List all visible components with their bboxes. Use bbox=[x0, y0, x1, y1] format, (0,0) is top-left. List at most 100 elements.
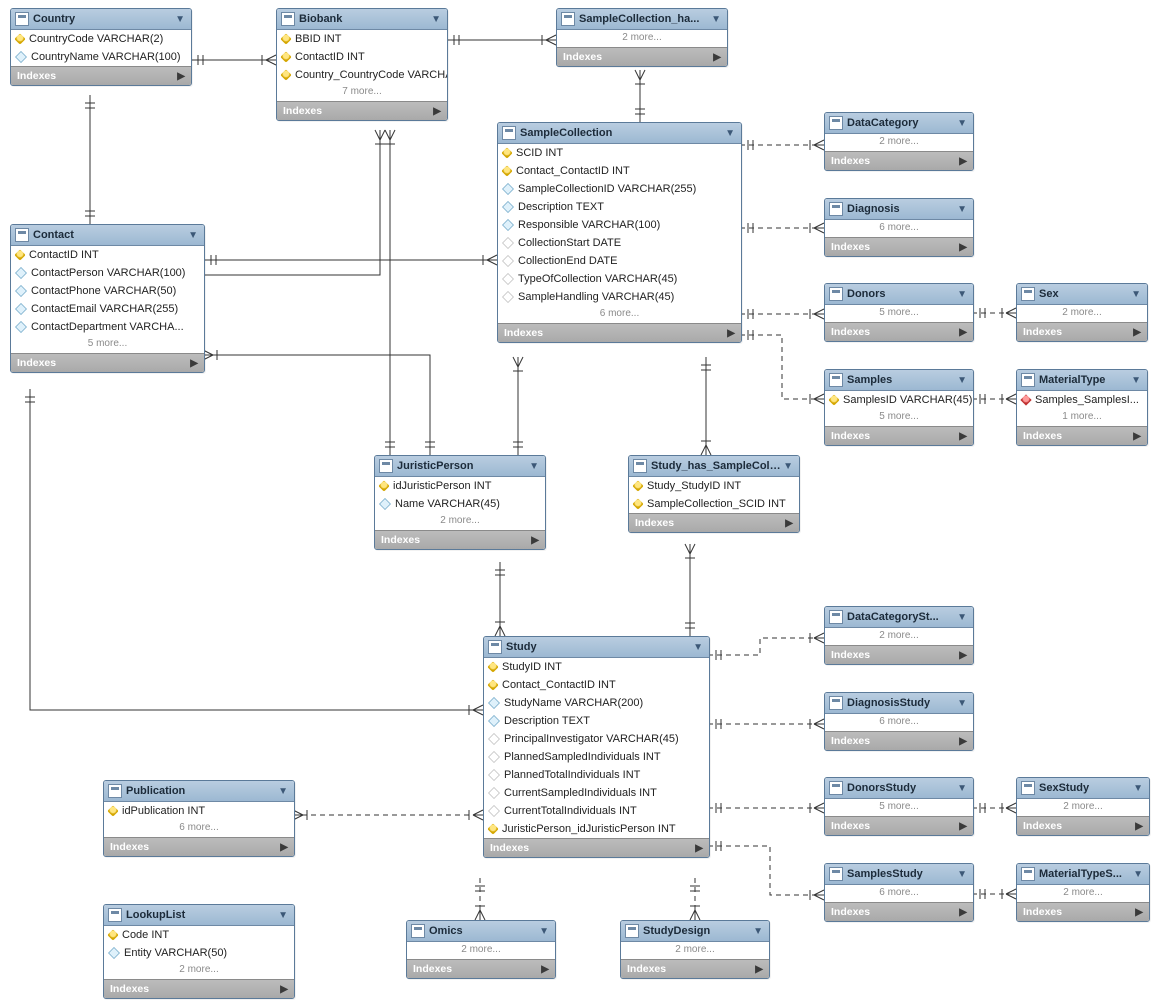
more-link[interactable]: 2 more... bbox=[825, 628, 973, 645]
entity-materialtype[interactable]: MaterialType▼Samples_SamplesI...1 more..… bbox=[1016, 369, 1148, 446]
entity-header[interactable]: Publication▼ bbox=[104, 781, 294, 802]
indexes-bar[interactable]: Indexes▶ bbox=[825, 816, 973, 835]
more-link[interactable]: 6 more... bbox=[104, 820, 294, 837]
indexes-bar[interactable]: Indexes▶ bbox=[375, 530, 545, 549]
indexes-bar[interactable]: Indexes▶ bbox=[629, 513, 799, 532]
entity-study[interactable]: Study▼StudyID INTContact_ContactID INTSt… bbox=[483, 636, 710, 858]
indexes-bar[interactable]: Indexes▶ bbox=[825, 426, 973, 445]
more-link[interactable]: 2 more... bbox=[407, 942, 555, 959]
entity-header[interactable]: StudyDesign▼ bbox=[621, 921, 769, 942]
more-link[interactable]: 6 more... bbox=[825, 885, 973, 902]
chevron-down-icon[interactable]: ▼ bbox=[537, 926, 551, 937]
more-link[interactable]: 5 more... bbox=[11, 336, 204, 353]
chevron-down-icon[interactable]: ▼ bbox=[691, 642, 705, 653]
entity-samples[interactable]: Samples▼SamplesID VARCHAR(45)5 more...In… bbox=[824, 369, 974, 446]
entity-diagnosis[interactable]: Diagnosis▼6 more...Indexes▶ bbox=[824, 198, 974, 257]
chevron-down-icon[interactable]: ▼ bbox=[276, 910, 290, 921]
entity-header[interactable]: JuristicPerson▼ bbox=[375, 456, 545, 477]
chevron-down-icon[interactable]: ▼ bbox=[723, 128, 737, 139]
chevron-down-icon[interactable]: ▼ bbox=[1131, 869, 1145, 880]
indexes-bar[interactable]: Indexes▶ bbox=[825, 731, 973, 750]
entity-header[interactable]: Donors▼ bbox=[825, 284, 973, 305]
more-link[interactable]: 6 more... bbox=[825, 714, 973, 731]
entity-contact[interactable]: Contact▼ContactID INTContactPerson VARCH… bbox=[10, 224, 205, 373]
entity-header[interactable]: Country▼ bbox=[11, 9, 191, 30]
more-link[interactable]: 5 more... bbox=[825, 799, 973, 816]
indexes-bar[interactable]: Indexes▶ bbox=[1017, 902, 1149, 921]
indexes-bar[interactable]: Indexes▶ bbox=[621, 959, 769, 978]
entity-header[interactable]: Sex▼ bbox=[1017, 284, 1147, 305]
entity-header[interactable]: Study▼ bbox=[484, 637, 709, 658]
entity-studydesign[interactable]: StudyDesign▼2 more...Indexes▶ bbox=[620, 920, 770, 979]
chevron-down-icon[interactable]: ▼ bbox=[1129, 289, 1143, 300]
indexes-bar[interactable]: Indexes▶ bbox=[104, 979, 294, 998]
more-link[interactable]: 6 more... bbox=[825, 220, 973, 237]
indexes-bar[interactable]: Indexes▶ bbox=[11, 66, 191, 85]
more-link[interactable]: 2 more... bbox=[557, 30, 727, 47]
entity-header[interactable]: Diagnosis▼ bbox=[825, 199, 973, 220]
entity-header[interactable]: SexStudy▼ bbox=[1017, 778, 1149, 799]
chevron-down-icon[interactable]: ▼ bbox=[173, 14, 187, 25]
indexes-bar[interactable]: Indexes▶ bbox=[498, 323, 741, 342]
entity-datacategory[interactable]: DataCategory▼2 more...Indexes▶ bbox=[824, 112, 974, 171]
entity-datacategoryst[interactable]: DataCategorySt...▼2 more...Indexes▶ bbox=[824, 606, 974, 665]
entity-header[interactable]: SampleCollection▼ bbox=[498, 123, 741, 144]
more-link[interactable]: 2 more... bbox=[375, 513, 545, 530]
indexes-bar[interactable]: Indexes▶ bbox=[1017, 816, 1149, 835]
indexes-bar[interactable]: Indexes▶ bbox=[277, 101, 447, 120]
more-link[interactable]: 2 more... bbox=[1017, 885, 1149, 902]
indexes-bar[interactable]: Indexes▶ bbox=[825, 645, 973, 664]
entity-header[interactable]: MaterialType▼ bbox=[1017, 370, 1147, 391]
indexes-bar[interactable]: Indexes▶ bbox=[407, 959, 555, 978]
chevron-down-icon[interactable]: ▼ bbox=[955, 783, 969, 794]
entity-header[interactable]: SampleCollection_ha...▼ bbox=[557, 9, 727, 30]
entity-materialtypes[interactable]: MaterialTypeS...▼2 more...Indexes▶ bbox=[1016, 863, 1150, 922]
entity-header[interactable]: Study_has_SampleColl...▼ bbox=[629, 456, 799, 477]
indexes-bar[interactable]: Indexes▶ bbox=[1017, 426, 1147, 445]
chevron-down-icon[interactable]: ▼ bbox=[429, 14, 443, 25]
entity-biobank[interactable]: Biobank▼BBID INTContactID INTCountry_Cou… bbox=[276, 8, 448, 121]
indexes-bar[interactable]: Indexes▶ bbox=[557, 47, 727, 66]
entity-header[interactable]: Omics▼ bbox=[407, 921, 555, 942]
entity-samplesstudy[interactable]: SamplesStudy▼6 more...Indexes▶ bbox=[824, 863, 974, 922]
entity-header[interactable]: Samples▼ bbox=[825, 370, 973, 391]
more-link[interactable]: 2 more... bbox=[104, 962, 294, 979]
indexes-bar[interactable]: Indexes▶ bbox=[825, 151, 973, 170]
chevron-down-icon[interactable]: ▼ bbox=[781, 461, 795, 472]
more-link[interactable]: 7 more... bbox=[277, 84, 447, 101]
chevron-down-icon[interactable]: ▼ bbox=[955, 612, 969, 623]
indexes-bar[interactable]: Indexes▶ bbox=[825, 237, 973, 256]
chevron-down-icon[interactable]: ▼ bbox=[955, 118, 969, 129]
chevron-down-icon[interactable]: ▼ bbox=[276, 786, 290, 797]
chevron-down-icon[interactable]: ▼ bbox=[955, 289, 969, 300]
chevron-down-icon[interactable]: ▼ bbox=[955, 375, 969, 386]
indexes-bar[interactable]: Indexes▶ bbox=[11, 353, 204, 372]
chevron-down-icon[interactable]: ▼ bbox=[955, 869, 969, 880]
chevron-down-icon[interactable]: ▼ bbox=[186, 230, 200, 241]
entity-lookuplist[interactable]: LookupList▼Code INTEntity VARCHAR(50)2 m… bbox=[103, 904, 295, 999]
entity-header[interactable]: DataCategorySt...▼ bbox=[825, 607, 973, 628]
entity-header[interactable]: Biobank▼ bbox=[277, 9, 447, 30]
more-link[interactable]: 1 more... bbox=[1017, 409, 1147, 426]
chevron-down-icon[interactable]: ▼ bbox=[1129, 375, 1143, 386]
entity-omics[interactable]: Omics▼2 more...Indexes▶ bbox=[406, 920, 556, 979]
entity-study_has_sc[interactable]: Study_has_SampleColl...▼Study_StudyID IN… bbox=[628, 455, 800, 533]
more-link[interactable]: 5 more... bbox=[825, 305, 973, 322]
more-link[interactable]: 2 more... bbox=[1017, 799, 1149, 816]
chevron-down-icon[interactable]: ▼ bbox=[955, 698, 969, 709]
chevron-down-icon[interactable]: ▼ bbox=[751, 926, 765, 937]
entity-sexstudy[interactable]: SexStudy▼2 more...Indexes▶ bbox=[1016, 777, 1150, 836]
entity-header[interactable]: Contact▼ bbox=[11, 225, 204, 246]
more-link[interactable]: 2 more... bbox=[621, 942, 769, 959]
indexes-bar[interactable]: Indexes▶ bbox=[825, 322, 973, 341]
entity-donorsstudy[interactable]: DonorsStudy▼5 more...Indexes▶ bbox=[824, 777, 974, 836]
entity-header[interactable]: DonorsStudy▼ bbox=[825, 778, 973, 799]
entity-diagnosisstudy[interactable]: DiagnosisStudy▼6 more...Indexes▶ bbox=[824, 692, 974, 751]
more-link[interactable]: 2 more... bbox=[1017, 305, 1147, 322]
indexes-bar[interactable]: Indexes▶ bbox=[104, 837, 294, 856]
entity-sc_has[interactable]: SampleCollection_ha...▼2 more...Indexes▶ bbox=[556, 8, 728, 67]
more-link[interactable]: 5 more... bbox=[825, 409, 973, 426]
entity-sex[interactable]: Sex▼2 more...Indexes▶ bbox=[1016, 283, 1148, 342]
indexes-bar[interactable]: Indexes▶ bbox=[484, 838, 709, 857]
indexes-bar[interactable]: Indexes▶ bbox=[1017, 322, 1147, 341]
